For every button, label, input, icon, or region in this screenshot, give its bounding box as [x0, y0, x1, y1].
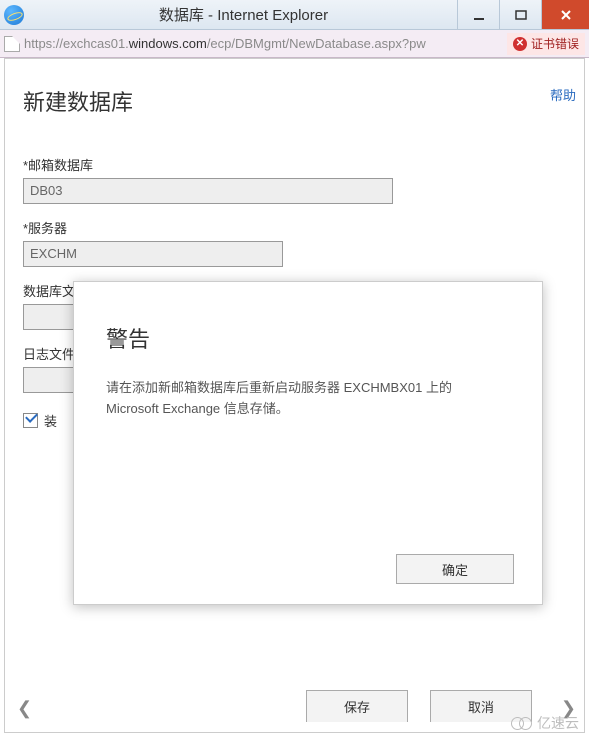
maximize-button[interactable] — [499, 0, 541, 29]
mailbox-db-input[interactable]: DB03 — [23, 178, 393, 204]
dialog-title: 警告 — [106, 322, 510, 354]
window-titlebar: 数据库 - Internet Explorer — [0, 0, 589, 30]
watermark: 亿速云 — [511, 713, 579, 733]
dialog-body: 请在添加新邮箱数据库后重新启动服务器 EXCHMBX01 上的 Microsof… — [106, 378, 510, 420]
minimize-button[interactable] — [457, 0, 499, 29]
mailbox-db-label: *邮箱数据库 — [23, 155, 566, 174]
page-body: 帮助 新建数据库 *邮箱数据库 DB03 *服务器 EXCHM 数据库文 日志文… — [4, 58, 585, 733]
watermark-text: 亿速云 — [537, 713, 579, 733]
cert-error-icon: ✕ — [513, 37, 527, 51]
warning-dialog: 警告 请在添加新邮箱数据库后重新启动服务器 EXCHMBX01 上的 Micro… — [73, 281, 543, 605]
mount-label: 装 — [44, 411, 57, 430]
server-label: *服务器 — [23, 218, 566, 237]
horizontal-scrollbar[interactable]: ❮ ❯ — [17, 690, 576, 726]
scroll-left-icon[interactable]: ❮ — [17, 698, 32, 719]
window-buttons — [457, 0, 589, 29]
dialog-ok-button[interactable]: 确定 — [396, 554, 514, 584]
page-title: 新建数据库 — [23, 85, 566, 117]
close-button[interactable] — [541, 0, 589, 29]
server-input[interactable]: EXCHM — [23, 241, 283, 267]
cert-error-badge[interactable]: ✕ 证书错误 — [507, 33, 585, 55]
ie-icon — [4, 5, 24, 25]
mount-checkbox[interactable] — [23, 413, 38, 428]
page-icon — [4, 36, 20, 52]
help-link[interactable]: 帮助 — [550, 85, 576, 104]
cert-error-text: 证书错误 — [531, 35, 579, 52]
watermark-icon — [511, 716, 533, 730]
address-bar[interactable]: https://exchcas01.windows.com/ecp/DBMgmt… — [0, 30, 589, 58]
url-text: https://exchcas01.windows.com/ecp/DBMgmt… — [24, 36, 507, 51]
window-title: 数据库 - Internet Explorer — [30, 4, 457, 25]
